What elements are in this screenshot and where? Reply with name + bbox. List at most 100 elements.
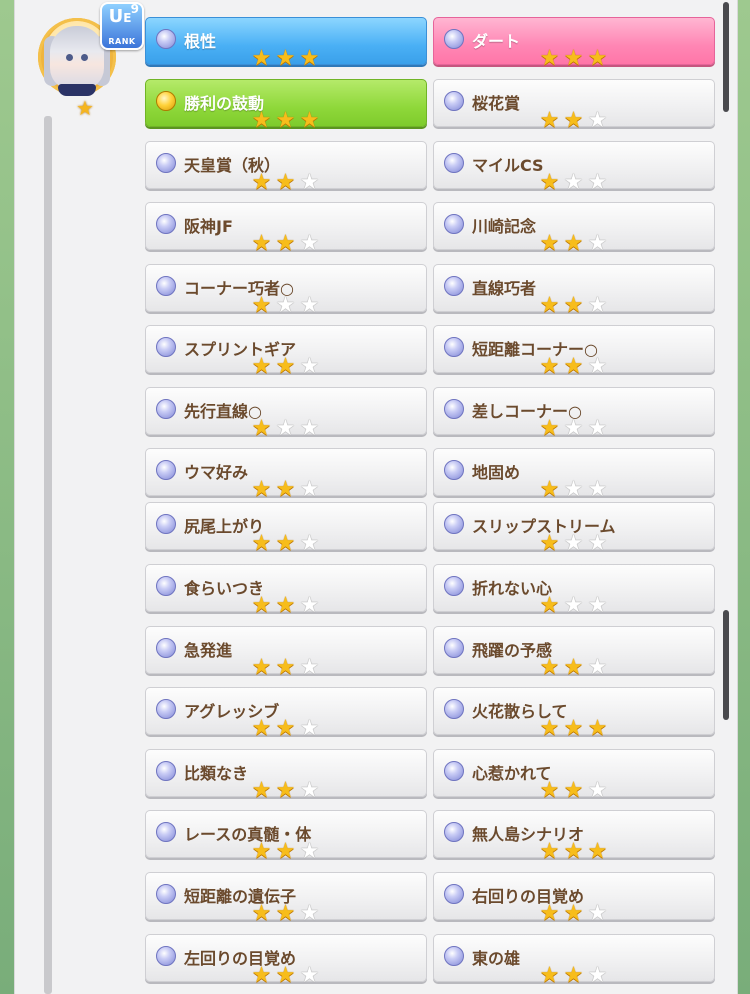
blue-orb-icon	[156, 884, 176, 904]
blue-orb-icon	[156, 576, 176, 596]
blue-orb-icon	[156, 514, 176, 534]
blue-orb-icon	[156, 699, 176, 719]
star-empty-icon: ★	[563, 477, 584, 502]
skill-factor-item[interactable]: 食らいつき ★ ★ ★	[145, 564, 427, 617]
blue-orb-icon	[444, 91, 464, 111]
star-filled-icon: ★	[539, 108, 560, 133]
skill-factor-item[interactable]: アグレッシブ ★ ★ ★	[145, 687, 427, 740]
skill-factor-item[interactable]: 尻尾上がり ★ ★ ★	[145, 502, 427, 555]
star-empty-icon: ★	[587, 293, 608, 318]
skill-factor-item[interactable]: 心惹かれて ★ ★ ★	[433, 749, 715, 802]
skill-factor-item[interactable]: 天皇賞（秋） ★ ★ ★	[145, 141, 427, 194]
star-filled-icon: ★	[539, 716, 560, 741]
skill-factor-item[interactable]: 桜花賞 ★ ★ ★	[433, 79, 715, 132]
star-rating: ★ ★ ★	[250, 418, 321, 440]
skill-factor-item[interactable]: レースの真髄・体 ★ ★ ★	[145, 810, 427, 863]
star-rating: ★ ★ ★	[250, 595, 321, 617]
blue-orb-icon	[156, 638, 176, 658]
skill-name: ダート	[472, 32, 521, 51]
star-empty-icon: ★	[299, 477, 320, 502]
star-filled-icon: ★	[275, 963, 296, 988]
star-filled-icon: ★	[563, 354, 584, 379]
skill-factor-item[interactable]: 左回りの目覚め ★ ★ ★	[145, 934, 427, 987]
blue-orb-icon	[444, 576, 464, 596]
skill-name: マイルCS	[472, 156, 544, 175]
skill-factor-item[interactable]: 川崎記念 ★ ★ ★	[433, 202, 715, 255]
skill-factor-item[interactable]: 差しコーナー○ ★ ★ ★	[433, 387, 715, 440]
skill-factor-item[interactable]: ダート ★ ★ ★	[433, 17, 715, 70]
star-filled-icon: ★	[251, 593, 272, 618]
star-filled-icon: ★	[539, 354, 560, 379]
star-rating: ★ ★ ★	[538, 657, 609, 679]
star-rating: ★ ★ ★	[250, 657, 321, 679]
star-filled-icon: ★	[275, 531, 296, 556]
blue-orb-icon	[444, 399, 464, 419]
star-empty-icon: ★	[299, 354, 320, 379]
star-empty-icon: ★	[587, 231, 608, 256]
skill-factor-item[interactable]: 東の雄 ★ ★ ★	[433, 934, 715, 987]
star-filled-icon: ★	[251, 416, 272, 441]
skill-name: 比類なき	[184, 764, 249, 783]
star-empty-icon: ★	[299, 901, 320, 926]
skill-factor-item[interactable]: 直線巧者 ★ ★ ★	[433, 264, 715, 317]
skill-factor-item[interactable]: マイルCS ★ ★ ★	[433, 141, 715, 194]
skill-factor-item[interactable]: 短距離の遺伝子 ★ ★ ★	[145, 872, 427, 925]
star-filled-icon: ★	[275, 778, 296, 803]
star-filled-icon: ★	[275, 108, 296, 133]
skill-factor-item[interactable]: 阪神JF ★ ★ ★	[145, 202, 427, 255]
skill-factor-item[interactable]: 無人島シナリオ ★ ★ ★	[433, 810, 715, 863]
star-rating: ★ ★ ★	[250, 965, 321, 987]
star-rating: ★ ★ ★	[250, 479, 321, 501]
scrollbar-thumb-bottom[interactable]	[723, 610, 729, 720]
skill-factor-item[interactable]: 比類なき ★ ★ ★	[145, 749, 427, 802]
skill-name: 桜花賞	[472, 94, 521, 113]
star-filled-icon: ★	[539, 963, 560, 988]
star-empty-icon: ★	[299, 778, 320, 803]
skill-factor-item[interactable]: 飛躍の予感 ★ ★ ★	[433, 626, 715, 679]
star-filled-icon: ★	[539, 531, 560, 556]
avatar-eye-right	[81, 54, 88, 61]
character-avatar[interactable]: ★ UE 9 RANK	[38, 2, 144, 118]
star-empty-icon: ★	[587, 963, 608, 988]
star-filled-icon: ★	[299, 108, 320, 133]
skill-factor-item[interactable]: 根性 ★ ★ ★	[145, 17, 427, 70]
skill-factor-item[interactable]: 火花散らして ★ ★ ★	[433, 687, 715, 740]
skill-factor-item[interactable]: ウマ好み ★ ★ ★	[145, 448, 427, 501]
star-filled-icon: ★	[299, 46, 320, 71]
star-rating: ★ ★ ★	[538, 233, 609, 255]
star-filled-icon: ★	[539, 778, 560, 803]
star-filled-icon: ★	[563, 963, 584, 988]
skill-factor-item[interactable]: 急発進 ★ ★ ★	[145, 626, 427, 679]
star-filled-icon: ★	[539, 901, 560, 926]
skill-factor-item[interactable]: 地固め ★ ★ ★	[433, 448, 715, 501]
skill-factor-item[interactable]: スリップストリーム ★ ★ ★	[433, 502, 715, 555]
star-empty-icon: ★	[299, 231, 320, 256]
blue-orb-icon	[156, 276, 176, 296]
skill-name: ウマ好み	[184, 463, 249, 482]
skill-factor-item[interactable]: スプリントギア ★ ★ ★	[145, 325, 427, 378]
skill-factor-item[interactable]: 先行直線○ ★ ★ ★	[145, 387, 427, 440]
star-empty-icon: ★	[587, 778, 608, 803]
blue-orb-icon	[444, 946, 464, 966]
star-empty-icon: ★	[299, 531, 320, 556]
star-filled-icon: ★	[539, 170, 560, 195]
star-filled-icon: ★	[275, 354, 296, 379]
star-filled-icon: ★	[251, 778, 272, 803]
scrollbar-thumb-top[interactable]	[723, 2, 729, 112]
skill-name: 直線巧者	[472, 279, 537, 298]
star-filled-icon: ★	[251, 231, 272, 256]
blue-orb-icon	[444, 514, 464, 534]
star-filled-icon: ★	[275, 231, 296, 256]
skill-factor-item[interactable]: 右回りの目覚め ★ ★ ★	[433, 872, 715, 925]
skill-factor-item[interactable]: 勝利の鼓動 ★ ★ ★	[145, 79, 427, 132]
star-rating: ★ ★ ★	[538, 172, 609, 194]
star-filled-icon: ★	[539, 416, 560, 441]
blue-orb-icon	[444, 884, 464, 904]
skill-factor-item[interactable]: 短距離コーナー○ ★ ★ ★	[433, 325, 715, 378]
blue-orb-icon	[444, 276, 464, 296]
star-empty-icon: ★	[299, 655, 320, 680]
skill-factor-item[interactable]: コーナー巧者○ ★ ★ ★	[145, 264, 427, 317]
star-rating: ★ ★ ★	[250, 356, 321, 378]
blue-orb-icon	[444, 761, 464, 781]
skill-factor-item[interactable]: 折れない心 ★ ★ ★	[433, 564, 715, 617]
